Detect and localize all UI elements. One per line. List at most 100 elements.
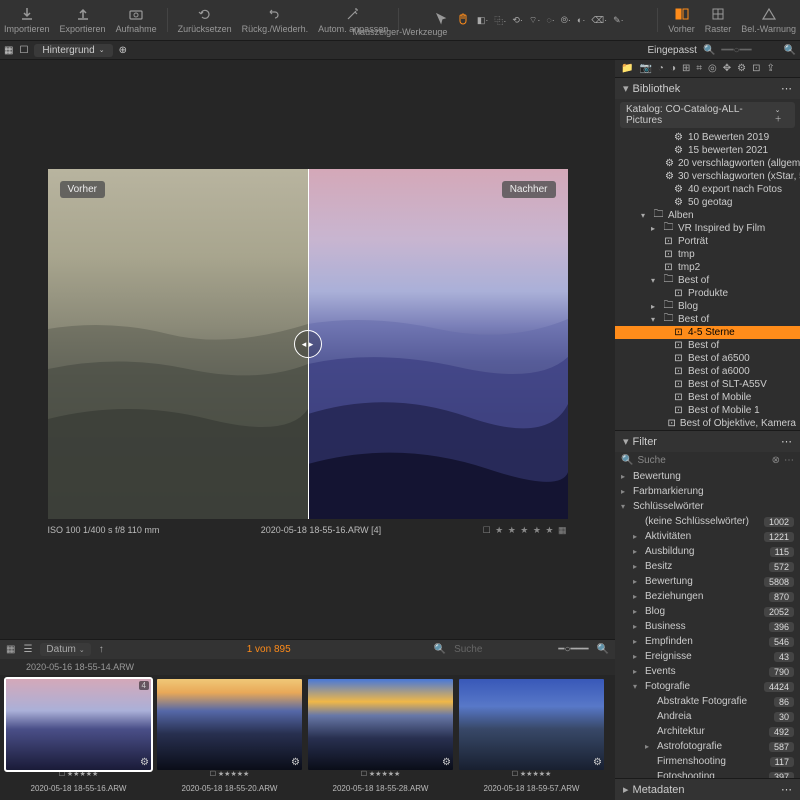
gear-icon: ⚙ [665,158,674,169]
filter-item[interactable]: (keine Schlüsselwörter)1002 [615,514,800,529]
export-button[interactable]: Exportieren [60,6,106,34]
thumbnail[interactable]: ⚙☐ ★★★★★2020-05-18 18-55-28.ARW [308,679,453,796]
tree-item[interactable]: ⊡tmp2 [615,261,800,274]
thumbnail[interactable]: ⚙☐ ★★★★★2020-05-18 18-59-57.ARW [459,679,604,796]
tree-item[interactable]: ⚙50 geotag [615,196,800,209]
filter-item[interactable]: ▾Fotografie4424 [615,679,800,694]
filter-item[interactable]: Fotoshooting397 [615,769,800,778]
filter-item[interactable]: Andreia30 [615,709,800,724]
filter-item[interactable]: ▸Ereignisse43 [615,649,800,664]
loupe-icon[interactable]: 🔍 [703,45,715,56]
thumbnail[interactable]: 4⚙☐ ★★★★★2020-05-18 18-55-16.ARW [6,679,151,796]
browser-search-icon[interactable]: 🔍 [434,644,446,655]
tree-item[interactable]: ⊡Best of SLT-A55V [615,378,800,391]
warning-icon [761,6,777,22]
catalog-selector[interactable]: Katalog: CO-Catalog-ALL-Pictures⌄ ＋ [620,102,795,128]
annotate-icon[interactable]: ✎· [613,15,624,26]
tree-item[interactable]: ⊡4-5 Sterne [615,326,800,339]
browser-list-icon[interactable]: ☰ [23,644,32,655]
tree-item[interactable]: ⚙30 verschlagworten (xStar, 500px,... [615,170,800,183]
crop-icon[interactable]: ⿻· [494,14,506,27]
brush-icon[interactable]: ⦾· [561,15,571,26]
filter-item[interactable]: ▸Aktivitäten1221 [615,529,800,544]
filter-item[interactable]: ▸Events790 [615,664,800,679]
gradient-icon[interactable]: ◐· [577,15,585,25]
gear-icon[interactable]: ⚙ [291,757,300,768]
tree-item[interactable]: ⚙15 bewerten 2021 [615,144,800,157]
erase-icon[interactable]: ⌫· [591,15,607,26]
filter-item[interactable]: ▸Empfinden546 [615,634,800,649]
filter-item[interactable]: ▸Business396 [615,619,800,634]
library-tab-icon[interactable]: 📁 [621,63,633,74]
view-list-icon[interactable]: ▦ [4,45,13,56]
import-button[interactable]: Importieren [4,6,50,34]
tree-item[interactable]: ⚙20 verschlagworten (allgemein) [615,157,800,170]
filter-panel-header[interactable]: ▾Filter⋯ [615,430,800,452]
grid-button[interactable]: Raster [705,6,732,34]
tree-item[interactable]: ▸🗀Blog [615,300,800,313]
rotate-icon[interactable]: ⟲· [512,15,523,26]
sort-asc-icon[interactable]: ↑ [99,644,104,655]
filter-item[interactable]: ▸Astrofotografie587 [615,739,800,754]
search-icon[interactable]: 🔍 [784,45,796,56]
filter-item[interactable]: ▸Beziehungen870 [615,589,800,604]
library-panel-header[interactable]: ▾Bibliothek⋯ [615,77,800,99]
tree-item[interactable]: ▾🗀Alben [615,209,800,222]
filter-item[interactable]: ▸Besitz572 [615,559,800,574]
filter-item[interactable]: ▸Ausbildung115 [615,544,800,559]
album-icon: ⊡ [663,249,674,260]
rating-stars[interactable]: ☐ ★ ★ ★ ★ ★ ▦ [483,525,568,536]
tree-item[interactable]: ⚙10 Bewerten 2019 [615,131,800,144]
sort-selector[interactable]: Datum⌄ [40,643,90,656]
filter-item[interactable]: ▸Farbmarkierung [615,484,800,499]
tree-item[interactable]: ⊡Best of Objektive, Kamera [615,417,800,430]
gear-icon[interactable]: ⚙ [140,757,149,768]
gear-icon[interactable]: ⚙ [593,757,602,768]
variant-selector[interactable]: Hintergrund ⌄ [34,44,112,57]
tree-item[interactable]: ⊡Best of Mobile 1 [615,404,800,417]
exposure-warning-button[interactable]: Bel.-Warnung [741,6,796,34]
picker-icon[interactable]: ◧· [477,15,489,26]
metadata-panel-header[interactable]: ▸Metadaten⋯ [615,778,800,800]
view-single-icon[interactable]: ☐ [19,45,28,56]
filter-search[interactable]: 🔍Suche⊗⋯ [615,452,800,469]
gear-icon[interactable]: ⚙ [442,757,451,768]
thumbnail[interactable]: ⚙☐ ★★★★★2020-05-18 18-55-20.ARW [157,679,302,796]
add-variant-icon[interactable]: ⊕ [119,45,127,56]
tree-item[interactable]: ⊡Porträt [615,235,800,248]
zoom-fit-label[interactable]: Eingepasst [647,45,696,56]
filter-item[interactable]: Architektur492 [615,724,800,739]
tree-item[interactable]: ⊡Produkte [615,287,800,300]
browser-grid-icon[interactable]: ▦ [6,644,15,655]
filter-item[interactable]: ▸Bewertung [615,469,800,484]
browser-search[interactable]: Suche [454,644,482,655]
undo-redo-button[interactable]: Rückg./Wiederh. [242,6,309,34]
filter-item[interactable]: ▸Bewertung5808 [615,574,800,589]
spot-icon[interactable]: ◌· [546,15,554,25]
filter-item[interactable]: Firmenshooting117 [615,754,800,769]
tree-item[interactable]: ⊡Best of a6000 [615,365,800,378]
tree-item[interactable]: ⊡tmp [615,248,800,261]
tree-item[interactable]: ▾🗀Best of [615,313,800,326]
camera-tab-icon[interactable]: 📷 [639,63,651,74]
capture-button[interactable]: Aufnahme [116,6,157,34]
tree-item[interactable]: ⊡Best of a6500 [615,352,800,365]
hand-icon[interactable] [455,11,471,29]
tree-item[interactable]: ⊡Best of Mobile [615,391,800,404]
filter-item[interactable]: ▸Blog2052 [615,604,800,619]
tree-item[interactable]: ▸🗀VR Inspired by Film [615,222,800,235]
tree-item[interactable]: ⊡Best of [615,339,800,352]
tree-item[interactable]: ⚙40 export nach Fotos [615,183,800,196]
browser-search2-icon[interactable]: 🔍 [597,644,609,655]
filter-item[interactable]: Abstrakte Fotografie86 [615,694,800,709]
compare-handle[interactable]: ◂ ▸ [294,330,322,358]
clear-icon[interactable]: ⊗ [772,455,780,466]
keystone-icon[interactable]: ⌔· [529,15,540,26]
right-tool-icons: 📁 📷◔◑⊞⌗◎✥⚙⊡⇪ [615,60,800,77]
before-after-button[interactable]: Vorher [668,6,695,34]
tree-item[interactable]: ▾🗀Best of [615,274,800,287]
reset-button[interactable]: Zurücksetzen [178,6,232,34]
filter-tree: ▸Bewertung▸Farbmarkierung▾Schlüsselwörte… [615,469,800,778]
before-after-compare[interactable]: Vorher Nachher ◂ ▸ [48,169,568,519]
filter-item[interactable]: ▾Schlüsselwörter [615,499,800,514]
